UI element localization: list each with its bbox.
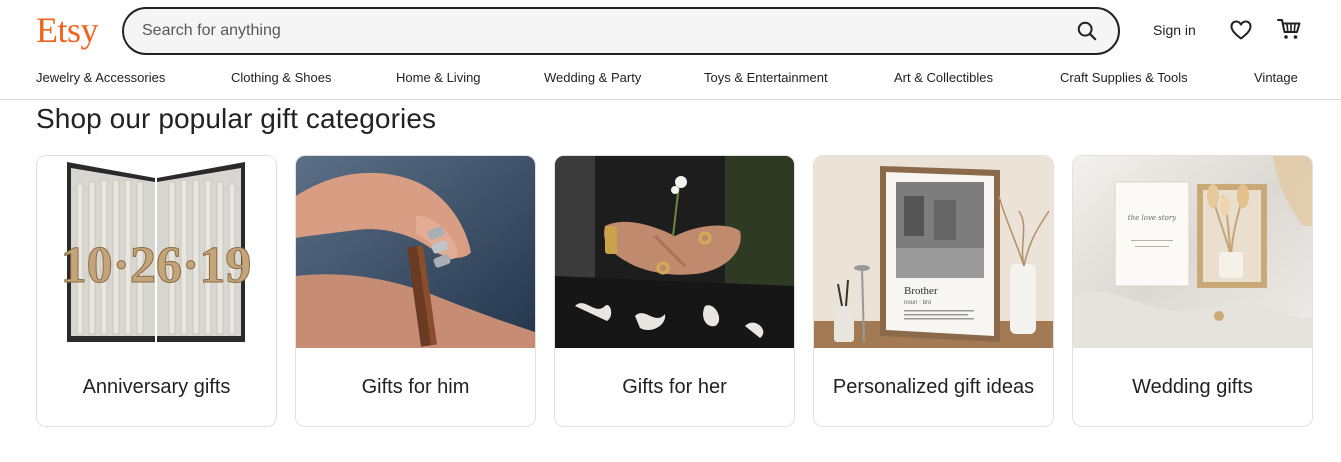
- card-image-wedding: the love story: [1073, 156, 1312, 348]
- section-title: Shop our popular gift categories: [36, 103, 437, 134]
- nav-item-toys[interactable]: Toys & Entertainment: [704, 70, 828, 85]
- card-image-him: [296, 156, 535, 348]
- search-bar: [122, 7, 1120, 55]
- site-header: Etsy Sign in Jewelry & Accessories Cloth…: [0, 0, 1341, 100]
- category-card-him[interactable]: Gifts for him: [295, 155, 536, 427]
- card-label-personalized: Personalized gift ideas: [832, 376, 1035, 398]
- nav-item-home-living[interactable]: Home & Living: [396, 70, 481, 85]
- book-art-date: 10·26·19: [61, 237, 252, 294]
- card-label-her: Gifts for her: [622, 376, 727, 398]
- print-title: Brother: [904, 285, 938, 297]
- category-card-her[interactable]: Gifts for her: [554, 155, 795, 427]
- etsy-logo[interactable]: Etsy: [36, 8, 99, 52]
- card-image-her: [555, 156, 794, 348]
- nav-item-jewelry[interactable]: Jewelry & Accessories: [36, 70, 165, 85]
- category-card-personalized[interactable]: Brother noun · bro Personalized gift ide…: [813, 155, 1054, 427]
- card-label-anniversary: Anniversary gifts: [82, 376, 231, 398]
- nav-item-art[interactable]: Art & Collectibles: [894, 70, 993, 85]
- favorites-button[interactable]: [1229, 18, 1253, 42]
- cart-icon: [1277, 19, 1301, 39]
- nav-item-clothing[interactable]: Clothing & Shoes: [231, 70, 331, 85]
- gift-category-grid: 10·26·19 Anniversary gifts Gifts for him…: [36, 155, 1313, 427]
- category-card-wedding[interactable]: the love story Wedding gifts: [1072, 155, 1313, 427]
- nav-item-wedding-party[interactable]: Wedding & Party: [544, 70, 641, 85]
- card-image-anniversary: 10·26·19: [37, 156, 276, 348]
- nav-item-craft-supplies[interactable]: Craft Supplies & Tools: [1060, 70, 1188, 85]
- heart-icon: [1230, 20, 1252, 40]
- cart-button[interactable]: [1276, 16, 1302, 42]
- search-icon: [1077, 21, 1097, 41]
- search-input[interactable]: [142, 9, 1042, 53]
- nav-item-vintage[interactable]: Vintage: [1254, 70, 1298, 85]
- category-nav: Jewelry & Accessories Clothing & Shoes H…: [0, 70, 1341, 90]
- search-button[interactable]: [1074, 18, 1100, 44]
- card-label-wedding: Wedding gifts: [1132, 376, 1253, 398]
- card-script: the love story: [1128, 214, 1177, 222]
- sign-in-link[interactable]: Sign in: [1153, 22, 1196, 38]
- card-image-personalized: Brother noun · bro: [814, 156, 1053, 348]
- category-card-anniversary[interactable]: 10·26·19 Anniversary gifts: [36, 155, 277, 427]
- card-label-him: Gifts for him: [361, 376, 470, 398]
- print-subtitle: noun · bro: [904, 300, 932, 306]
